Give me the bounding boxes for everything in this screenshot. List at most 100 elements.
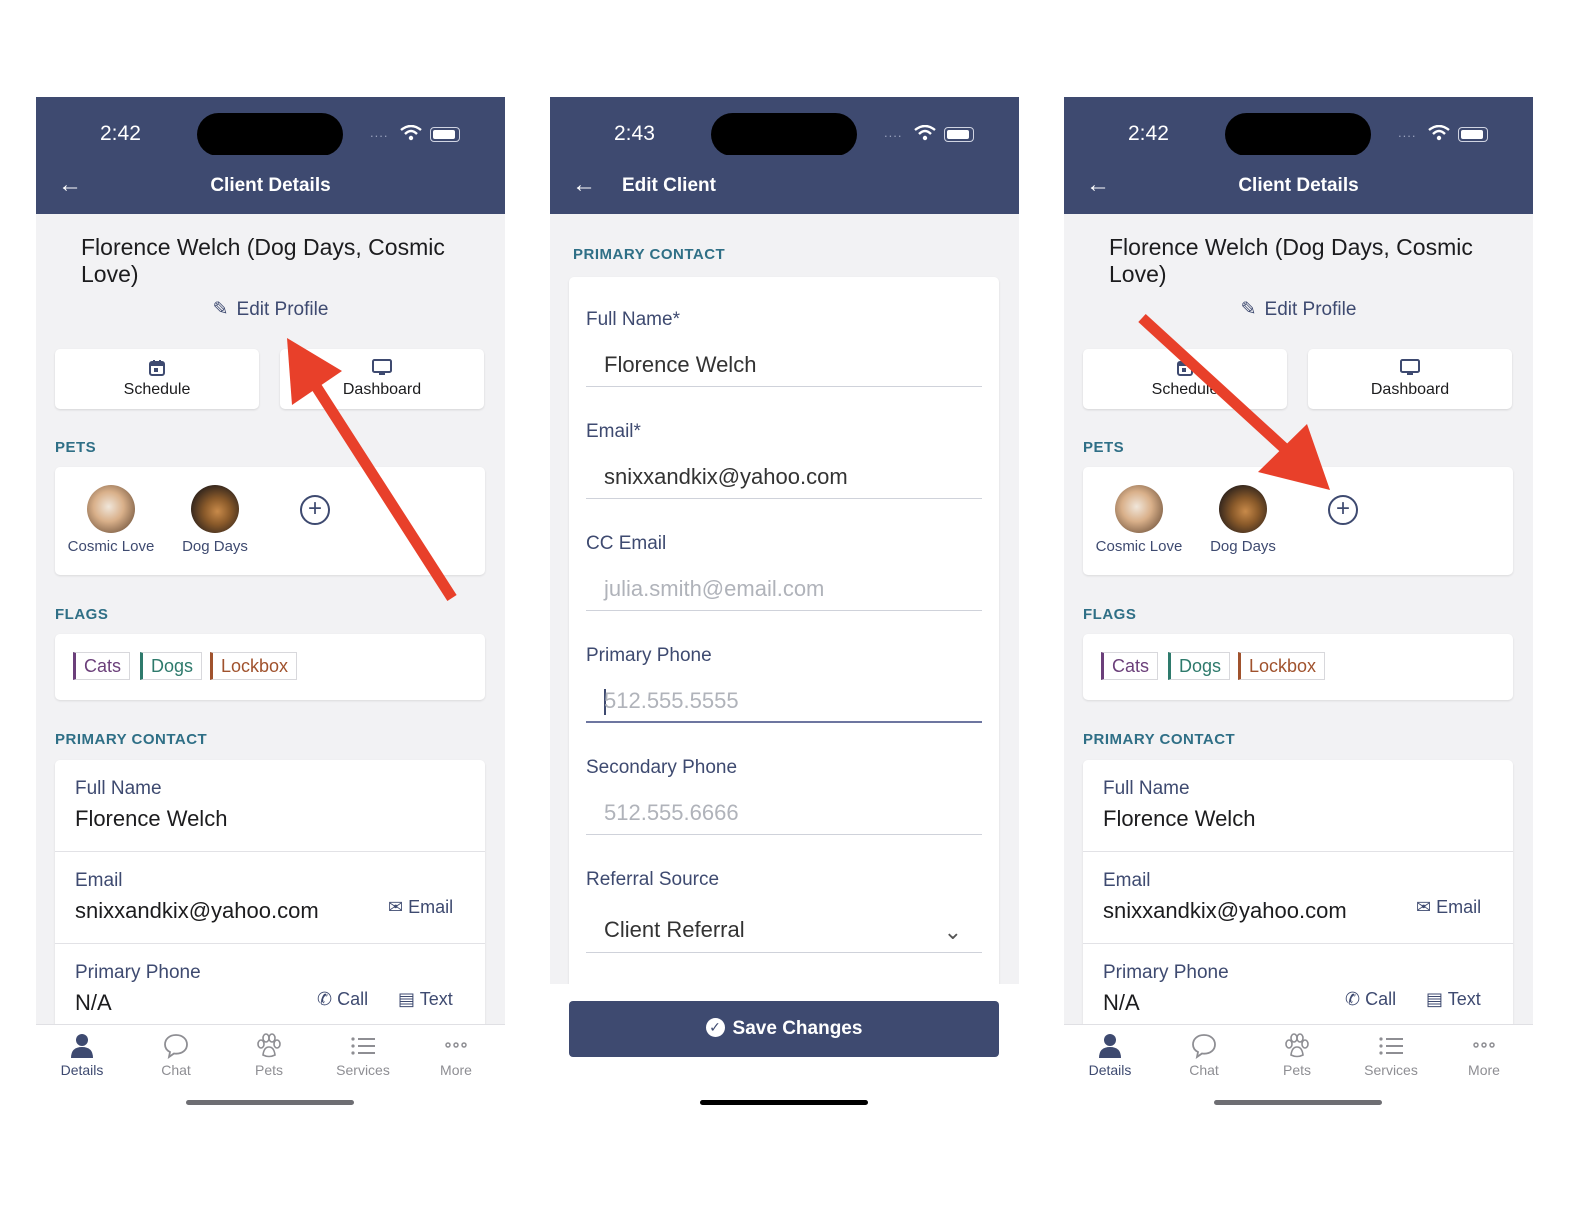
- calendar-icon: [1083, 359, 1287, 379]
- flags-card: Cats Dogs Lockbox: [55, 634, 485, 700]
- edit-profile-label: Edit Profile: [236, 299, 329, 320]
- call-button[interactable]: ✆ Call: [1345, 989, 1396, 1010]
- wifi-icon: [914, 125, 936, 141]
- email-value[interactable]: snixxandkix@yahoo.com: [75, 898, 319, 924]
- schedule-button[interactable]: Schedule: [55, 349, 259, 409]
- text-button[interactable]: ▤ Text: [1426, 989, 1481, 1010]
- pet-name: Dog Days: [1210, 538, 1276, 555]
- tab-chat[interactable]: Chat: [1164, 1033, 1244, 1078]
- text-button[interactable]: ▤ Text: [398, 989, 453, 1010]
- nav-title: Client Details: [210, 175, 331, 196]
- cc-email-label: CC Email: [586, 533, 667, 554]
- schedule-label: Schedule: [1151, 381, 1219, 398]
- ellipsis-icon: [1444, 1033, 1524, 1059]
- back-arrow-icon[interactable]: ←: [572, 171, 596, 199]
- battery-icon: [944, 127, 974, 142]
- phone-icon: ✆: [317, 989, 333, 1009]
- referral-source-label: Referral Source: [586, 869, 720, 890]
- flag-cats: Cats: [73, 652, 131, 680]
- client-name-title: Florence Welch (Dog Days, Cosmic Love): [81, 234, 445, 287]
- calendar-icon: [55, 359, 259, 379]
- pet-dog-days[interactable]: Dog Days: [1203, 485, 1283, 555]
- flags-card: Cats Dogs Lockbox: [1083, 634, 1513, 700]
- list-icon: [323, 1033, 403, 1059]
- full-name-label: Full Name*: [586, 309, 680, 330]
- add-pet-plus-icon[interactable]: +: [1328, 495, 1358, 525]
- tab-details[interactable]: Details: [1070, 1033, 1150, 1078]
- home-indicator: [186, 1100, 354, 1105]
- save-changes-button[interactable]: ✓ Save Changes: [569, 1001, 999, 1057]
- flags-section-header: FLAGS: [55, 606, 109, 623]
- edit-profile-link[interactable]: ✎ Edit Profile: [36, 298, 505, 321]
- cc-email-input[interactable]: julia.smith@email.com: [586, 569, 982, 611]
- edit-profile-link[interactable]: ✎ Edit Profile: [1064, 298, 1533, 321]
- full-name-value: Florence Welch: [75, 806, 228, 831]
- dashboard-button[interactable]: Dashboard: [280, 349, 484, 409]
- primary-phone-label: Primary Phone: [1103, 962, 1229, 983]
- full-name-label: Full Name: [75, 778, 162, 799]
- tab-pets[interactable]: Pets: [1257, 1033, 1337, 1078]
- call-label: Call: [1365, 989, 1397, 1009]
- tab-label: Pets: [254, 1062, 283, 1078]
- primary-contact-header: PRIMARY CONTACT: [55, 731, 208, 748]
- full-name-row: Full Name Florence Welch: [1083, 760, 1513, 852]
- tab-chat[interactable]: Chat: [136, 1033, 216, 1078]
- paw-icon: [1257, 1033, 1337, 1059]
- pet-cosmic-love[interactable]: Cosmic Love: [65, 485, 157, 555]
- save-changes-label: Save Changes: [732, 1018, 863, 1039]
- chat-bubble-icon: ▤: [398, 989, 416, 1009]
- dynamic-island: [1225, 113, 1371, 156]
- tab-label: Chat: [1189, 1062, 1219, 1078]
- tab-details[interactable]: Details: [42, 1033, 122, 1078]
- full-name-row: Full Name Florence Welch: [55, 760, 485, 852]
- envelope-icon: ✉: [1416, 897, 1432, 917]
- tab-bar: Details Chat Pets Services More: [36, 1024, 505, 1107]
- client-details-screen-1: 2:42 .... ← Client Details Florence Welc…: [36, 97, 505, 1107]
- tab-more[interactable]: More: [416, 1033, 496, 1078]
- schedule-button[interactable]: Schedule: [1083, 349, 1287, 409]
- person-icon: [42, 1033, 122, 1059]
- home-indicator: [1214, 1100, 1382, 1105]
- text-label: Text: [419, 989, 453, 1009]
- list-icon: [1351, 1033, 1431, 1059]
- tab-pets[interactable]: Pets: [229, 1033, 309, 1078]
- full-name-input[interactable]: Florence Welch: [586, 345, 982, 387]
- pet-cosmic-love[interactable]: Cosmic Love: [1093, 485, 1185, 555]
- tab-label: More: [440, 1062, 472, 1078]
- add-pet-plus-icon[interactable]: +: [300, 495, 330, 525]
- secondary-phone-input[interactable]: 512.555.6666: [586, 793, 982, 835]
- pencil-icon: ✎: [212, 299, 229, 320]
- phone-icon: ✆: [1345, 989, 1361, 1009]
- status-bar: 2:43 ....: [550, 97, 1019, 156]
- full-name-value: Florence Welch: [1103, 806, 1256, 831]
- email-action-button[interactable]: ✉ Email: [388, 897, 453, 918]
- email-value[interactable]: snixxandkix@yahoo.com: [1103, 898, 1347, 924]
- referral-source-select[interactable]: Client Referral ⌄: [586, 907, 982, 953]
- battery-icon: [1458, 127, 1488, 142]
- edit-client-screen: 2:43 .... ← Edit Client PRIMARY CONTACT …: [550, 97, 1019, 1107]
- call-button[interactable]: ✆ Call: [317, 989, 368, 1010]
- tab-services[interactable]: Services: [1351, 1033, 1431, 1078]
- pet-name: Cosmic Love: [1095, 538, 1183, 555]
- email-input[interactable]: snixxandkix@yahoo.com: [586, 457, 982, 499]
- signal-dots: ....: [370, 125, 389, 140]
- home-indicator: [700, 1100, 868, 1105]
- flag-cats: Cats: [1101, 652, 1159, 680]
- primary-phone-input[interactable]: 512.555.5555: [586, 681, 982, 723]
- secondary-phone-label: Secondary Phone: [586, 757, 738, 778]
- details-content: Florence Welch (Dog Days, Cosmic Love) ✎…: [1064, 214, 1533, 1024]
- dashboard-button[interactable]: Dashboard: [1308, 349, 1512, 409]
- tab-more[interactable]: More: [1444, 1033, 1524, 1078]
- flag-dogs: Dogs: [1168, 652, 1231, 680]
- dashboard-label: Dashboard: [342, 381, 422, 398]
- email-row: Email snixxandkix@yahoo.com ✉ Email: [1083, 852, 1513, 944]
- email-action-button[interactable]: ✉ Email: [1416, 897, 1481, 918]
- referral-source-value: Client Referral: [604, 917, 745, 942]
- tab-services[interactable]: Services: [323, 1033, 403, 1078]
- primary-phone-label: Primary Phone: [75, 962, 201, 983]
- primary-contact-header: PRIMARY CONTACT: [573, 246, 726, 263]
- pet-dog-days[interactable]: Dog Days: [175, 485, 255, 555]
- nav-title: Edit Client: [622, 175, 716, 196]
- monitor-icon: [1308, 359, 1512, 379]
- flag-lockbox: Lockbox: [210, 652, 298, 680]
